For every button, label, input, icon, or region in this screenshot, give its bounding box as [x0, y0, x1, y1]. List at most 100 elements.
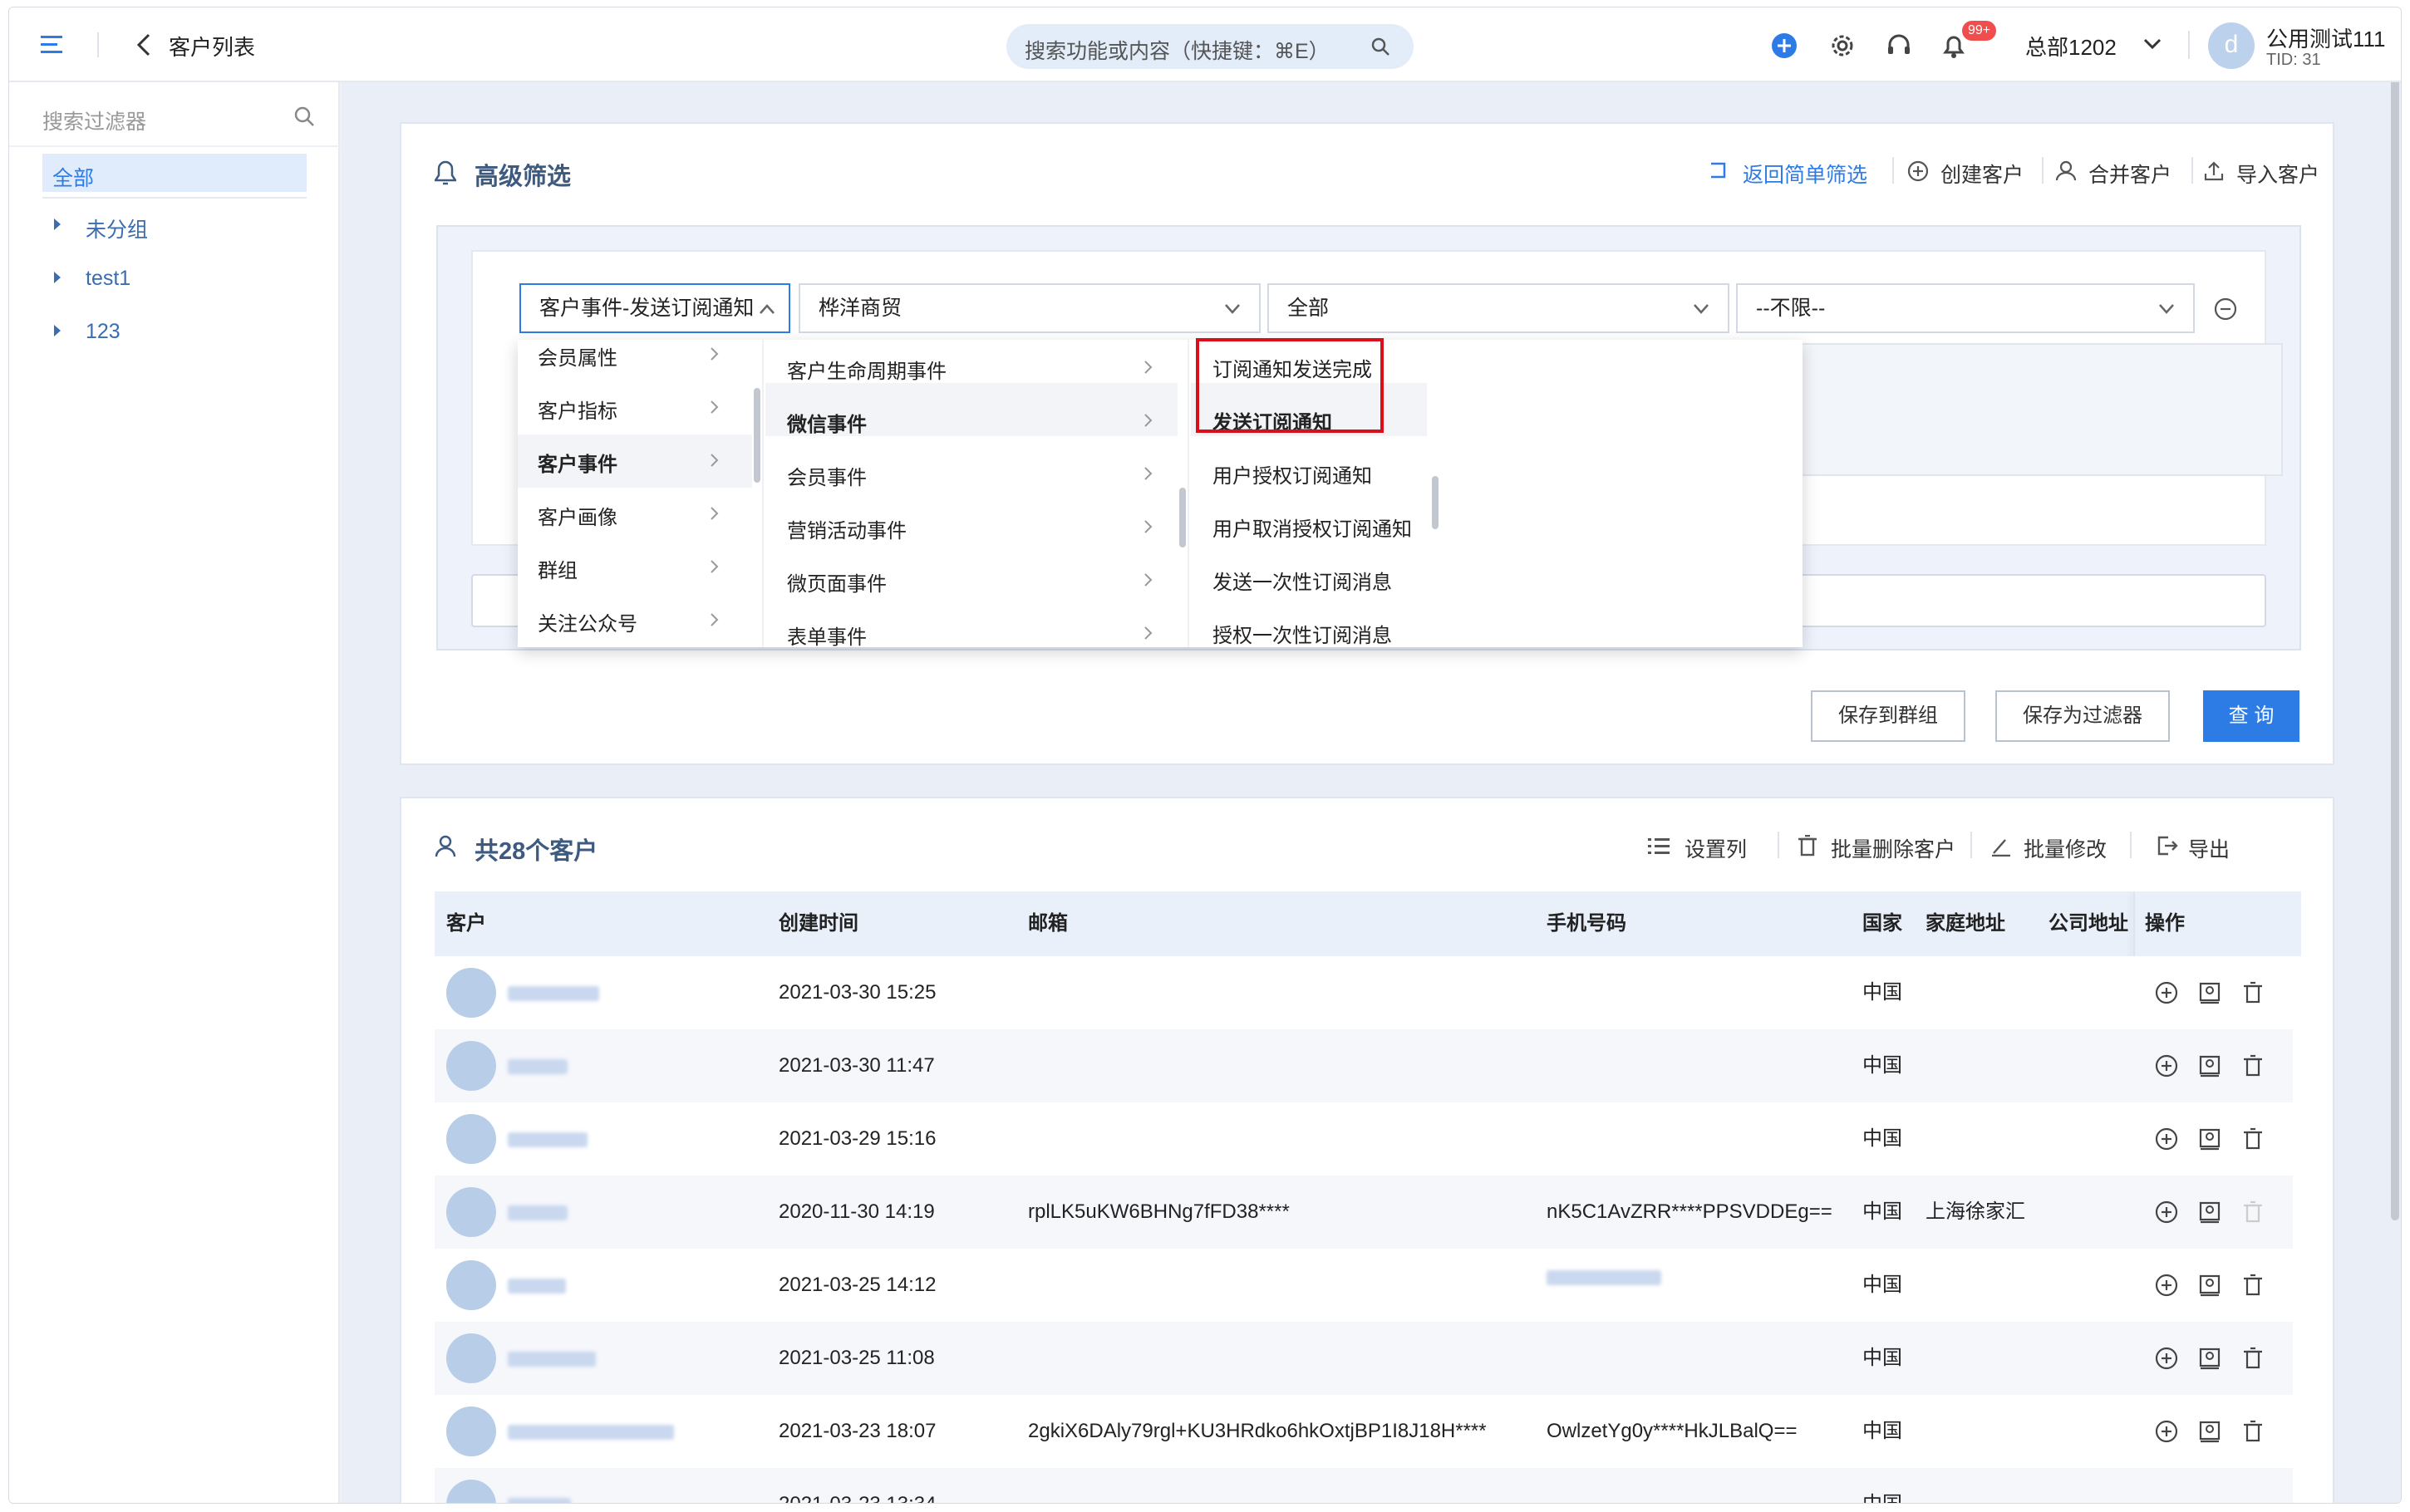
- cascader-option[interactable]: 微页面事件: [787, 567, 887, 596]
- cascader-column-event: 订阅通知发送完成 发送订阅通知 用户授权订阅通知 用户取消授权订阅通知 发送一次…: [1191, 338, 1440, 648]
- list-settings-icon[interactable]: [1648, 837, 1670, 855]
- scope-select[interactable]: 全部: [1267, 283, 1729, 333]
- sidebar-item-label: test1: [86, 267, 131, 290]
- filter-field-select[interactable]: 客户事件-发送订阅通知: [519, 283, 790, 333]
- headset-icon[interactable]: [1886, 32, 1912, 59]
- table-row[interactable]: 2021-03-30 15:25 中国: [435, 956, 2293, 1029]
- trash-icon[interactable]: [2241, 1127, 2265, 1151]
- contact-card-icon[interactable]: [2198, 1274, 2221, 1297]
- contact-card-icon[interactable]: [2198, 1127, 2221, 1151]
- table-row[interactable]: 2021-03-23 18:07 2gkiX6DAly79rgl+KU3HRdk…: [435, 1395, 2293, 1468]
- contact-card-icon[interactable]: [2198, 1054, 2221, 1078]
- user-name[interactable]: 公用测试111: [2266, 22, 2386, 53]
- sidebar-item-ungrouped[interactable]: 未分组: [52, 207, 302, 243]
- chevron-down-icon[interactable]: [2143, 37, 2162, 51]
- batch-delete-button[interactable]: 批量删除客户: [1831, 833, 1955, 863]
- cascader-option[interactable]: 用户授权订阅通知: [1212, 459, 1372, 488]
- phone: OwlzetYg0y****HkJLBalQ==: [1547, 1420, 1798, 1442]
- query-button[interactable]: 查 询: [2203, 690, 2299, 742]
- export-icon[interactable]: [2157, 835, 2178, 857]
- sidebar-item-all[interactable]: 全部: [42, 154, 307, 192]
- table-row[interactable]: 2021-03-29 15:16 中国: [435, 1102, 2293, 1176]
- trash-icon[interactable]: [2241, 1274, 2265, 1297]
- table-row[interactable]: 2021-03-25 14:12 中国: [435, 1249, 2293, 1322]
- contact-card-icon[interactable]: [2198, 1200, 2221, 1224]
- save-as-filter-button[interactable]: 保存为过滤器: [1995, 690, 2170, 742]
- trash-icon[interactable]: [2241, 1420, 2265, 1443]
- export-button[interactable]: 导出: [2188, 833, 2230, 863]
- plus-circle-icon[interactable]: [1907, 160, 1929, 182]
- bell-icon[interactable]: [1941, 32, 1966, 59]
- cascader-option[interactable]: 群组: [538, 554, 578, 583]
- contact-card-icon[interactable]: [2198, 1347, 2221, 1370]
- column-header: 手机号码: [1547, 912, 1626, 935]
- column-settings-button[interactable]: 设置列: [1685, 833, 1747, 863]
- remove-condition-icon[interactable]: [2213, 297, 2238, 322]
- cascader-option[interactable]: 发送一次性订阅消息: [1212, 566, 1392, 595]
- cascader-option[interactable]: 客户指标: [538, 395, 617, 424]
- back-to-simple-filter[interactable]: 返回简单筛选: [1743, 159, 1867, 189]
- create-customer-button[interactable]: 创建客户: [1940, 159, 2024, 189]
- table-row[interactable]: 2021-03-25 11:08 中国: [435, 1322, 2293, 1395]
- table-row[interactable]: 2021-03-23 13:34 中国: [435, 1468, 2293, 1503]
- add-circle-icon[interactable]: [2155, 1274, 2178, 1297]
- table-row[interactable]: 2020-11-30 14:19 rplLK5uKW6BHNg7fFD38***…: [435, 1176, 2293, 1249]
- caret-right-icon: [54, 218, 61, 230]
- search-icon[interactable]: [1370, 37, 1390, 56]
- limit-select[interactable]: --不限--: [1736, 283, 2195, 333]
- org-selector[interactable]: 总部1202: [2025, 31, 2117, 61]
- add-circle-icon[interactable]: [2155, 1347, 2178, 1370]
- page-scrollbar[interactable]: [2391, 82, 2399, 1220]
- add-circle-icon[interactable]: [2155, 981, 2178, 1004]
- save-to-group-button[interactable]: 保存到群组: [1811, 690, 1965, 742]
- sidebar-item-123[interactable]: 123: [52, 313, 302, 350]
- merge-user-icon[interactable]: [2055, 160, 2077, 182]
- add-circle-icon[interactable]: [2155, 1420, 2178, 1443]
- cascader-option[interactable]: 会员属性: [538, 341, 617, 371]
- trash-icon[interactable]: [2241, 981, 2265, 1004]
- cascader-option[interactable]: 微信事件: [787, 408, 867, 437]
- add-circle-icon[interactable]: [2155, 1200, 2178, 1224]
- customer-table: 客户 创建时间 邮箱 手机号码 国家 家庭地址 公司地址 操作 2021-03-…: [435, 891, 2301, 1503]
- trash-icon[interactable]: [1798, 835, 1817, 857]
- global-search-input[interactable]: 搜索功能或内容（快捷键：⌘E）: [1006, 24, 1414, 69]
- option-label: 客户事件: [538, 454, 617, 476]
- home-address: 上海徐家汇: [1926, 1200, 2025, 1223]
- sidebar-item-test1[interactable]: test1: [52, 260, 302, 297]
- contact-card-icon[interactable]: [2198, 1420, 2221, 1443]
- cascader-option[interactable]: 关注公众号: [538, 607, 637, 636]
- menu-icon[interactable]: [41, 34, 66, 56]
- return-icon[interactable]: [1708, 160, 1728, 180]
- cascader-option[interactable]: 客户事件: [538, 448, 617, 477]
- table-row[interactable]: 2021-03-30 11:47 中国: [435, 1029, 2293, 1102]
- back-label[interactable]: 客户列表: [169, 31, 255, 61]
- cascader-option[interactable]: 用户取消授权订阅通知: [1212, 513, 1412, 542]
- scrollbar[interactable]: [754, 388, 760, 483]
- cascader-option[interactable]: 表单事件: [787, 621, 867, 650]
- cascader-option[interactable]: 会员事件: [787, 461, 867, 490]
- batch-edit-button[interactable]: 批量修改: [2024, 833, 2107, 863]
- merge-customer-button[interactable]: 合并客户: [2088, 159, 2171, 189]
- store-select[interactable]: 桦洋商贸: [799, 283, 1261, 333]
- trash-icon[interactable]: [2241, 1054, 2265, 1078]
- trash-icon[interactable]: [2241, 1347, 2265, 1370]
- add-circle-icon[interactable]: [1771, 32, 1798, 59]
- edit-icon[interactable]: [1990, 835, 2012, 857]
- cascader-option[interactable]: 授权一次性订阅消息: [1212, 619, 1392, 648]
- add-circle-icon[interactable]: [2155, 1054, 2178, 1078]
- scrollbar[interactable]: [1179, 488, 1186, 547]
- contact-card-icon[interactable]: [2198, 981, 2221, 1004]
- upload-icon[interactable]: [2203, 160, 2225, 182]
- search-icon[interactable]: [293, 106, 315, 127]
- cascader-option[interactable]: 客户画像: [538, 501, 617, 530]
- filter-search-input[interactable]: 搜索过滤器: [42, 106, 146, 135]
- caret-right-icon: [54, 325, 61, 336]
- import-customer-button[interactable]: 导入客户: [2236, 159, 2319, 189]
- add-circle-icon[interactable]: [2155, 1127, 2178, 1151]
- gear-icon[interactable]: [1829, 32, 1856, 59]
- scrollbar[interactable]: [1432, 476, 1439, 529]
- chevron-left-icon[interactable]: [135, 32, 152, 57]
- cascader-option[interactable]: 客户生命周期事件: [787, 355, 947, 384]
- avatar[interactable]: d: [2208, 22, 2255, 69]
- cascader-option[interactable]: 营销活动事件: [787, 514, 907, 543]
